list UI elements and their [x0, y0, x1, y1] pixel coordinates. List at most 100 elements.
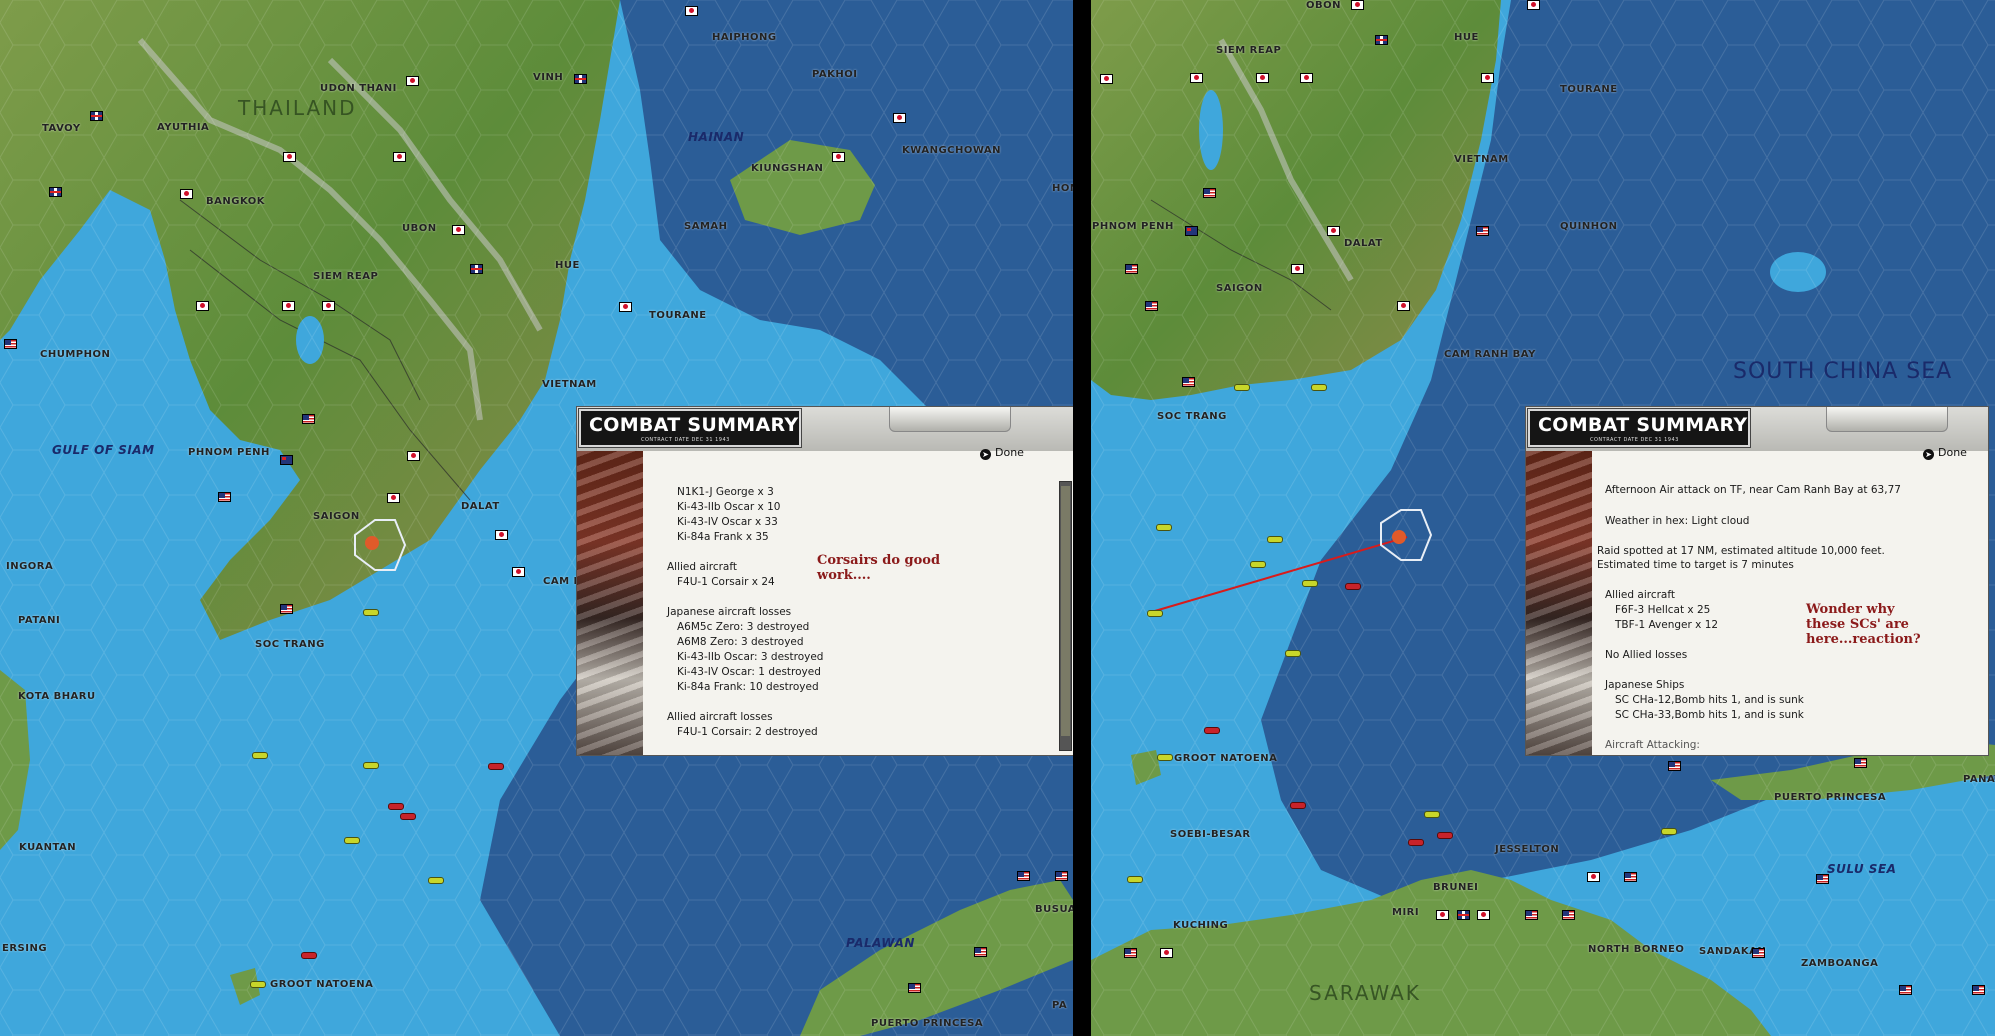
place-label[interactable]: DALAT	[461, 501, 500, 512]
allied-taskforce-icon[interactable]	[250, 981, 266, 988]
place-label[interactable]: SAIGON	[313, 511, 360, 522]
japan-base-icon[interactable]	[393, 152, 406, 162]
japan-base-icon[interactable]	[1291, 264, 1304, 274]
allied-taskforce-icon[interactable]	[1302, 580, 1318, 587]
place-label[interactable]: ZAMBOANGA	[1801, 958, 1878, 969]
place-label[interactable]: PA	[1052, 1000, 1067, 1011]
us-base-icon[interactable]	[1525, 910, 1538, 920]
place-label[interactable]: TAVOY	[42, 123, 81, 134]
place-label[interactable]: QUINHON	[1560, 221, 1617, 232]
place-label[interactable]: HUE	[555, 260, 580, 271]
japan-base-icon[interactable]	[282, 301, 295, 311]
place-label[interactable]: CAM RANH BAY	[1444, 349, 1536, 360]
us-base-icon[interactable]	[1972, 985, 1985, 995]
japan-base-icon[interactable]	[1300, 73, 1313, 83]
us-base-icon[interactable]	[1816, 874, 1829, 884]
allied-taskforce-icon[interactable]	[1127, 876, 1143, 883]
place-label[interactable]: SOC TRANG	[255, 639, 325, 650]
allied-taskforce-icon[interactable]	[1156, 524, 1172, 531]
place-label[interactable]: PUERTO PRINCESA	[1774, 792, 1886, 803]
allied-taskforce-icon[interactable]	[428, 877, 444, 884]
japan-base-icon[interactable]	[893, 113, 906, 123]
japan-base-icon[interactable]	[1436, 910, 1449, 920]
place-label[interactable]: HON	[1052, 183, 1073, 194]
us-base-icon[interactable]	[1017, 871, 1030, 881]
japan-base-icon[interactable]	[1351, 0, 1364, 10]
place-label[interactable]: BRUNEI	[1433, 882, 1478, 893]
australia-base-icon[interactable]	[280, 455, 293, 465]
japanese-taskforce-icon[interactable]	[400, 813, 416, 820]
place-label[interactable]: TOURANE	[1560, 84, 1618, 95]
scrollbar-thumb[interactable]	[1061, 486, 1070, 736]
japan-base-icon[interactable]	[1190, 73, 1203, 83]
place-label[interactable]: DALAT	[1344, 238, 1383, 249]
us-base-icon[interactable]	[1203, 188, 1216, 198]
place-label[interactable]: GROOT NATOENA	[1174, 753, 1277, 764]
japan-base-icon[interactable]	[832, 152, 845, 162]
us-base-icon[interactable]	[1854, 758, 1867, 768]
place-label[interactable]: PHNOM PENH	[188, 447, 270, 458]
place-label[interactable]: MIRI	[1392, 907, 1419, 918]
place-label[interactable]: BANGKOK	[206, 196, 265, 207]
done-button[interactable]: ➤ Done	[1923, 446, 1967, 460]
uk-base-icon[interactable]	[49, 187, 62, 197]
place-label[interactable]: SAMAH	[684, 221, 728, 232]
japan-base-icon[interactable]	[1527, 0, 1540, 10]
us-base-icon[interactable]	[1562, 910, 1575, 920]
us-base-icon[interactable]	[4, 339, 17, 349]
japan-base-icon[interactable]	[512, 567, 525, 577]
us-base-icon[interactable]	[1055, 871, 1068, 881]
japanese-taskforce-icon[interactable]	[388, 803, 404, 810]
us-base-icon[interactable]	[280, 604, 293, 614]
japan-base-icon[interactable]	[196, 301, 209, 311]
place-label[interactable]: JESSELTON	[1495, 844, 1559, 855]
place-label[interactable]: SIEM REAP	[313, 271, 378, 282]
place-label[interactable]: VINH	[533, 72, 563, 83]
uk-base-icon[interactable]	[470, 264, 483, 274]
japan-base-icon[interactable]	[1327, 226, 1340, 236]
japanese-taskforce-icon[interactable]	[1408, 839, 1424, 846]
japan-base-icon[interactable]	[387, 493, 400, 503]
allied-taskforce-icon[interactable]	[1661, 828, 1677, 835]
place-label[interactable]: ERSING	[2, 943, 47, 954]
allied-taskforce-icon[interactable]	[1311, 384, 1327, 391]
place-label[interactable]: PUERTO PRINCESA	[871, 1018, 983, 1029]
japanese-taskforce-icon[interactable]	[1290, 802, 1306, 809]
allied-taskforce-icon[interactable]	[344, 837, 360, 844]
us-base-icon[interactable]	[302, 414, 315, 424]
place-label[interactable]: KWANGCHOWAN	[902, 145, 1001, 156]
place-label[interactable]: TOURANE	[649, 310, 707, 321]
allied-taskforce-icon[interactable]	[1250, 561, 1266, 568]
allied-taskforce-icon[interactable]	[252, 752, 268, 759]
japan-base-icon[interactable]	[283, 152, 296, 162]
allied-taskforce-icon[interactable]	[1147, 610, 1163, 617]
us-base-icon[interactable]	[908, 983, 921, 993]
us-base-icon[interactable]	[974, 947, 987, 957]
us-base-icon[interactable]	[1668, 761, 1681, 771]
report-scrollbar[interactable]	[1059, 481, 1072, 751]
japan-base-icon[interactable]	[1160, 948, 1173, 958]
place-label[interactable]: NORTH BORNEO	[1588, 943, 1684, 956]
right-map-pane[interactable]: SOUTH CHINA SEA SULU SEA SARAWAK OBON SI…	[1091, 0, 1995, 1036]
place-label[interactable]: OBON	[1306, 0, 1341, 11]
place-label[interactable]: BUSUA	[1035, 904, 1073, 915]
us-base-icon[interactable]	[1624, 872, 1637, 882]
us-base-icon[interactable]	[1125, 264, 1138, 274]
japan-base-icon[interactable]	[406, 76, 419, 86]
japanese-taskforce-icon[interactable]	[301, 952, 317, 959]
place-label[interactable]: PAKHOI	[812, 69, 858, 80]
japan-base-icon[interactable]	[1397, 301, 1410, 311]
uk-base-icon[interactable]	[1457, 910, 1470, 920]
place-label[interactable]: PATANI	[18, 615, 60, 626]
japanese-taskforce-icon[interactable]	[1437, 832, 1453, 839]
allied-taskforce-icon[interactable]	[1157, 754, 1173, 761]
japanese-taskforce-icon[interactable]	[1204, 727, 1220, 734]
us-base-icon[interactable]	[1899, 985, 1912, 995]
place-label[interactable]: INGORA	[6, 561, 53, 572]
japanese-taskforce-icon[interactable]	[488, 763, 504, 770]
japan-base-icon[interactable]	[407, 451, 420, 461]
place-label[interactable]: SOEBI-BESAR	[1170, 829, 1251, 840]
place-label[interactable]: UBON	[402, 223, 437, 234]
japan-base-icon[interactable]	[1481, 73, 1494, 83]
allied-taskforce-icon[interactable]	[363, 609, 379, 616]
